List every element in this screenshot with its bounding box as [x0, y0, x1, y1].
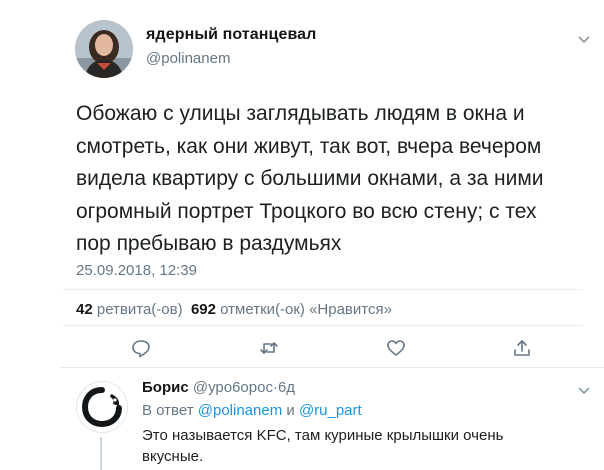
divider [63, 325, 583, 326]
author-display-name[interactable]: ядерный потанцевал [146, 26, 316, 44]
reply-author-handle[interactable]: @уро6орос [193, 379, 273, 396]
chevron-down-icon[interactable] [577, 32, 591, 44]
reply-header: Борис @уро6орос·6д [142, 379, 295, 396]
reply-to-prefix: В ответ [142, 402, 194, 419]
divider [63, 289, 583, 290]
thread-line [100, 437, 102, 470]
chevron-down-icon[interactable] [577, 383, 591, 395]
likes-label[interactable]: отметки(-ок) «Нравится» [220, 301, 392, 318]
likes-count[interactable]: 692 [191, 301, 216, 318]
tweet-text: Обожаю с улицы заглядывать людям в окна … [76, 102, 544, 255]
reply-age[interactable]: 6д [278, 379, 295, 396]
retweets-count[interactable]: 42 [76, 301, 93, 318]
author-handle[interactable]: @polinanem [146, 50, 230, 67]
retweets-label[interactable]: ретвита(-ов) [97, 301, 183, 318]
divider [60, 367, 604, 368]
reply-author-name[interactable]: Борис [142, 379, 189, 396]
reply-icon[interactable] [131, 338, 151, 358]
author-avatar[interactable] [75, 20, 133, 78]
retweet-icon[interactable] [259, 338, 279, 358]
share-icon[interactable] [512, 338, 532, 358]
mention-link[interactable]: @polinanem [198, 402, 282, 419]
tweet-timestamp[interactable]: 25.09.2018, 12:39 [76, 262, 197, 279]
mention-link[interactable]: @ru_part [299, 402, 362, 419]
reply-to-line: В ответ @polinanem и @ru_part [142, 402, 362, 419]
reply-text: Это называется KFC, там куриные крылышки… [142, 427, 504, 465]
tweet-stats: 42 ретвита(-ов) 692 отметки(-ок) «Нравит… [76, 301, 392, 318]
like-icon[interactable] [386, 338, 406, 358]
reply-to-conjunction: и [286, 402, 295, 419]
reply-author-avatar[interactable] [76, 381, 128, 433]
